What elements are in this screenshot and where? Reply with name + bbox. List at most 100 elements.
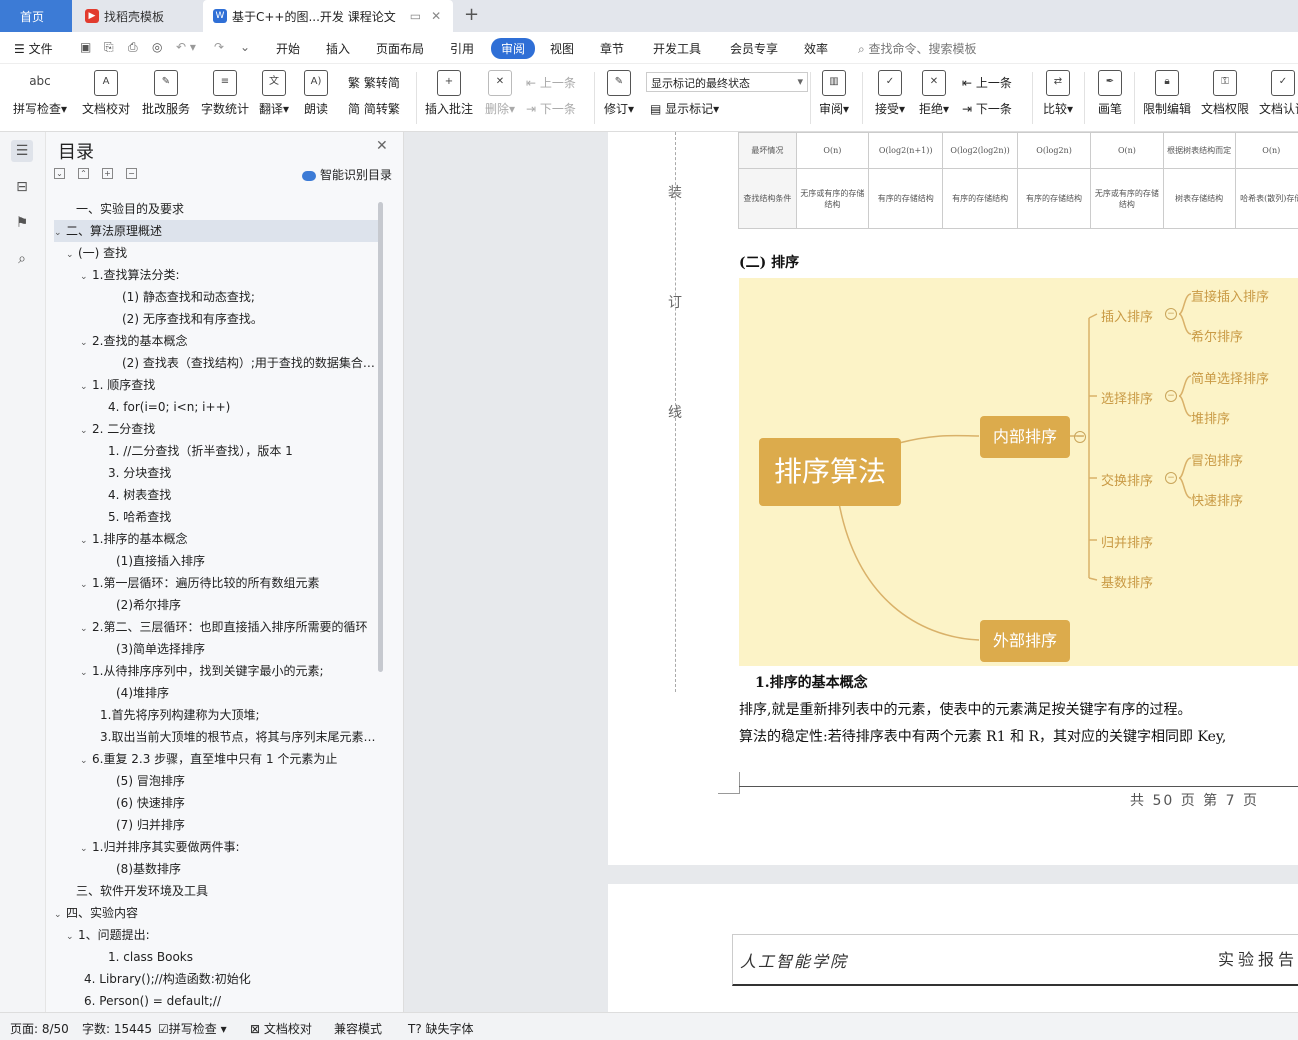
- toc-item[interactable]: 一、实验目的及要求: [54, 198, 380, 220]
- chevron-down-icon[interactable]: ⌄: [80, 376, 92, 396]
- doc-permission-button[interactable]: ⚿ 文档权限: [1200, 70, 1250, 117]
- simp-to-trad-button[interactable]: 简 简转繁: [348, 100, 400, 117]
- new-tab-icon[interactable]: +: [464, 4, 479, 25]
- toc-item[interactable]: ⌄ 1.从待排序序列中，找到关键字最小的元素;: [54, 660, 380, 682]
- toc-item[interactable]: 3. 分块查找: [54, 462, 380, 484]
- remove-heading-icon[interactable]: −: [126, 168, 137, 179]
- close-icon[interactable]: ✕: [376, 138, 388, 154]
- toc-item[interactable]: 4. Library();//构造函数:初始化: [54, 968, 380, 990]
- compare-button[interactable]: ⇄ 比较▾: [1040, 70, 1076, 117]
- accept-button[interactable]: ✓ 接受▾: [872, 70, 908, 117]
- chevron-down-icon[interactable]: ⌄: [66, 926, 78, 946]
- toc-scrollbar[interactable]: [378, 202, 383, 672]
- toc-item[interactable]: (1) 静态查找和动态查找;: [54, 286, 380, 308]
- menu-efficiency[interactable]: 效率: [804, 40, 828, 57]
- more-icon[interactable]: ⌄: [240, 40, 250, 54]
- collapse-all-icon[interactable]: ⌄: [54, 168, 65, 179]
- search-icon[interactable]: ⌕: [11, 248, 33, 270]
- expand-up-icon[interactable]: ⌃: [78, 168, 89, 179]
- undo-icon[interactable]: ↶ ▾: [176, 40, 196, 54]
- insert-comment-button[interactable]: + 插入批注: [424, 70, 474, 117]
- toc-item[interactable]: 三、软件开发环境及工具: [54, 880, 380, 902]
- menu-view[interactable]: 视图: [550, 40, 574, 57]
- print-icon[interactable]: ⎙: [128, 40, 138, 55]
- smart-toc-button[interactable]: 智能识别目录: [302, 166, 392, 183]
- chevron-down-icon[interactable]: ⌄: [80, 574, 92, 594]
- toc-item[interactable]: ⌄ 1. 顺序查找: [54, 374, 380, 396]
- menu-reference[interactable]: 引用: [450, 40, 474, 57]
- toc-item[interactable]: 5. 哈希查找: [54, 506, 380, 528]
- tab-template[interactable]: ▶ 找稻壳模板: [73, 0, 199, 32]
- toc-item[interactable]: 4. for(i=0; i<n; i++): [54, 396, 380, 418]
- toc-item[interactable]: ⌄ 6.重复 2.3 步骤，直至堆中只有 1 个元素为止: [54, 748, 380, 770]
- read-aloud-button[interactable]: A) 朗读: [300, 70, 332, 117]
- toc-item[interactable]: (1)直接插入排序: [54, 550, 380, 572]
- menu-chapter[interactable]: 章节: [600, 40, 624, 57]
- redo-icon[interactable]: ↷: [214, 40, 224, 54]
- chevron-down-icon[interactable]: ⌄: [80, 618, 92, 638]
- proofread-status[interactable]: ⊠ 文档校对: [250, 1020, 312, 1037]
- toc-item[interactable]: (6) 快速排序: [54, 792, 380, 814]
- menu-dev[interactable]: 开发工具: [653, 40, 701, 57]
- toc-item[interactable]: 3.取出当前大顶堆的根节点，将其与序列末尾元素进行交换: [54, 726, 380, 748]
- chevron-down-icon[interactable]: ⌄: [66, 244, 78, 264]
- menu-insert[interactable]: 插入: [326, 40, 350, 57]
- next-comment-button[interactable]: ⇥ 下一条: [526, 100, 576, 117]
- word-count-indicator[interactable]: 字数: 15445: [82, 1020, 152, 1037]
- pen-button[interactable]: ✒ 画笔: [1094, 70, 1126, 117]
- missing-font-status[interactable]: T? 缺失字体: [408, 1020, 474, 1037]
- menu-review[interactable]: 审阅: [491, 38, 536, 59]
- chevron-down-icon[interactable]: ⌄: [80, 662, 92, 682]
- restrict-edit-button[interactable]: 🔒︎ 限制编辑: [1142, 70, 1192, 117]
- toc-item[interactable]: 1. class Books: [54, 946, 380, 968]
- tab-window-icon[interactable]: ▭: [410, 9, 421, 23]
- spell-check-status[interactable]: ☑拼写检查 ▾: [158, 1020, 227, 1037]
- proofread-button[interactable]: A 文档校对: [80, 70, 132, 117]
- toc-item[interactable]: (5) 冒泡排序: [54, 770, 380, 792]
- prev-comment-button[interactable]: ⇤ 上一条: [526, 74, 576, 91]
- prev-change-button[interactable]: ⇤ 上一条: [962, 74, 1012, 91]
- page-indicator[interactable]: 页面: 8/50: [10, 1020, 69, 1037]
- tab-home[interactable]: 首页: [0, 0, 72, 32]
- menu-start[interactable]: 开始: [276, 40, 300, 57]
- toc-item[interactable]: ⌄ 2.第二、三层循环：也即直接插入排序所需要的循环: [54, 616, 380, 638]
- toc-item[interactable]: ⌄ 二、算法原理概述: [54, 220, 380, 242]
- toc-item[interactable]: (2)希尔排序: [54, 594, 380, 616]
- toc-item[interactable]: (8)基数排序: [54, 858, 380, 880]
- preview-icon[interactable]: ◎: [152, 40, 162, 54]
- chevron-down-icon[interactable]: ⌄: [80, 332, 92, 352]
- reject-button[interactable]: ✕ 拒绝▾: [916, 70, 952, 117]
- track-changes-button[interactable]: ✎ 修订▾: [602, 70, 636, 117]
- chevron-down-icon[interactable]: ⌄: [80, 750, 92, 770]
- tab-document[interactable]: W 基于C++的图...开发 课程论文 ▭ ✕: [203, 0, 453, 32]
- toc-icon[interactable]: ☰: [11, 140, 33, 162]
- toc-item[interactable]: ⌄ 1.归并排序其实要做两件事:: [54, 836, 380, 858]
- toc-item[interactable]: (7) 归并排序: [54, 814, 380, 836]
- menu-layout[interactable]: 页面布局: [376, 40, 424, 57]
- menu-vip[interactable]: 会员专享: [730, 40, 778, 57]
- toc-item[interactable]: ⌄ 1.排序的基本概念: [54, 528, 380, 550]
- toc-item[interactable]: (2) 无序查找和有序查找。: [54, 308, 380, 330]
- correction-service-button[interactable]: ✎ 批改服务: [140, 70, 192, 117]
- chevron-down-icon[interactable]: ⌄: [80, 266, 92, 286]
- chevron-down-icon[interactable]: ⌄: [80, 530, 92, 550]
- toc-item[interactable]: (3)简单选择排序: [54, 638, 380, 660]
- nav-pane-icon[interactable]: ⊟: [11, 176, 33, 198]
- toc-item[interactable]: (2) 查找表（查找结构）;用于查找的数据集合称为查找表: [54, 352, 380, 374]
- translate-button[interactable]: 文翻译▾: [256, 70, 292, 117]
- chevron-down-icon[interactable]: ⌄: [54, 222, 66, 242]
- next-change-button[interactable]: ⇥ 下一条: [962, 100, 1012, 117]
- file-menu[interactable]: ☰ 文件: [14, 40, 53, 57]
- toc-item[interactable]: ⌄ 2.查找的基本概念: [54, 330, 380, 352]
- toc-item[interactable]: ⌄ 1、问题提出:: [54, 924, 380, 946]
- toc-item[interactable]: ⌄ 2. 二分查找: [54, 418, 380, 440]
- tab-close-icon[interactable]: ✕: [431, 9, 441, 23]
- trad-to-simp-button[interactable]: 繁 繁转简: [348, 74, 400, 91]
- save-icon[interactable]: ▣: [80, 40, 91, 54]
- show-markup-button[interactable]: ▤ 显示标记▾: [650, 100, 719, 117]
- toc-item[interactable]: 6. Person() = default;//: [54, 990, 380, 1010]
- chevron-down-icon[interactable]: ⌄: [80, 838, 92, 858]
- toc-item[interactable]: ⌄ (一) 查找: [54, 242, 380, 264]
- delete-comment-button[interactable]: ✕ 删除▾: [482, 70, 518, 117]
- add-heading-icon[interactable]: +: [102, 168, 113, 179]
